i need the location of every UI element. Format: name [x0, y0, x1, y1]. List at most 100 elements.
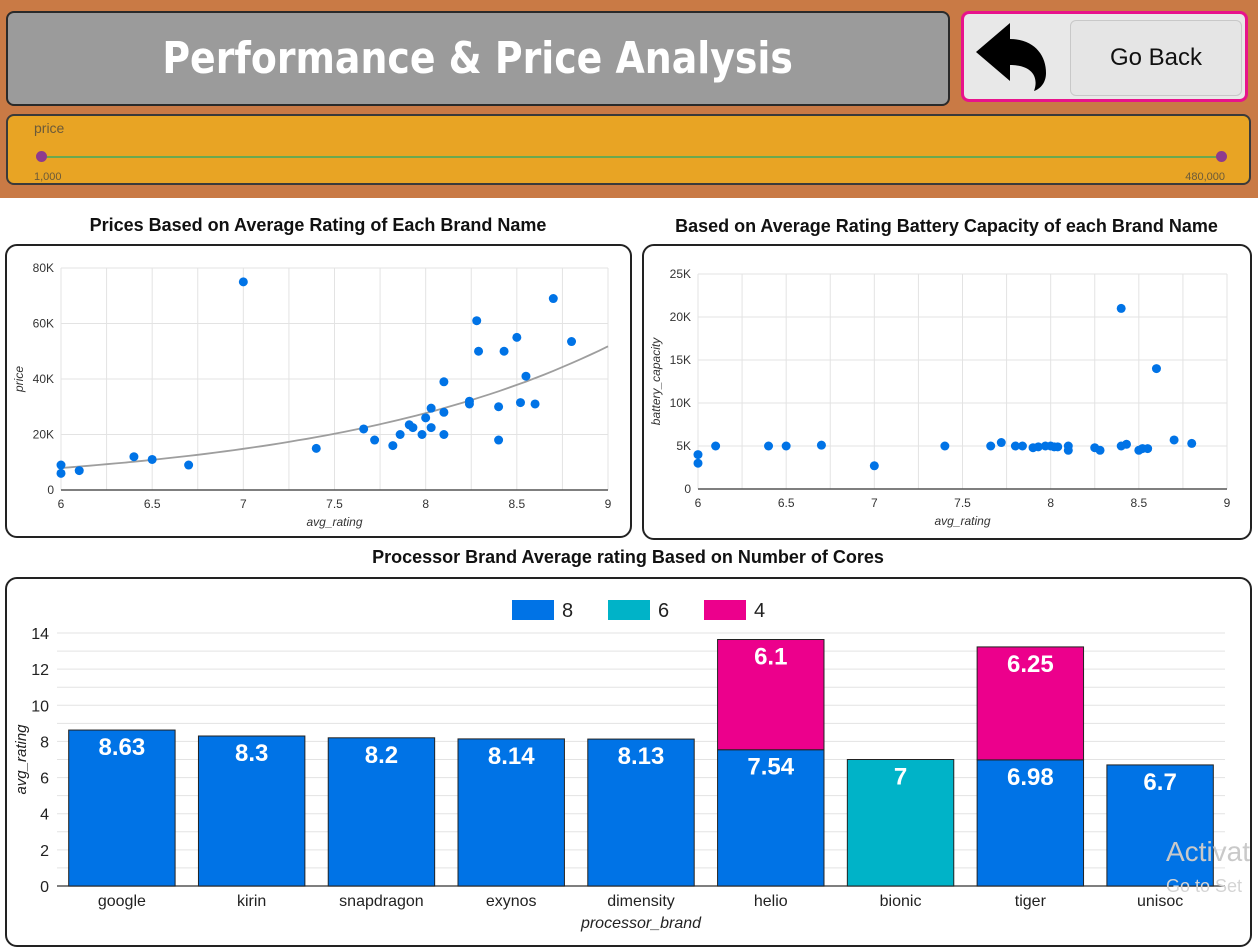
bar-y-tick: 4 — [40, 807, 49, 824]
battery-point — [693, 458, 703, 468]
bar-category-label: google — [98, 893, 146, 910]
bar-category-label: snapdragon — [339, 893, 424, 910]
battery-y-label: battery_capacity — [649, 337, 663, 425]
battery-point — [1169, 435, 1179, 445]
battery-chart-panel: 0 5K 10K 15K 20K 25K 6 6.5 7 7.5 8 8.5 9 avg_rating ba… — [642, 244, 1252, 540]
price-point — [129, 452, 139, 462]
battery-point — [1053, 442, 1063, 452]
bar-y-tick: 0 — [40, 879, 49, 896]
bar-value-label: 6.1 — [754, 644, 787, 671]
price-point — [395, 430, 405, 439]
battery-y-tick: 20K — [670, 310, 691, 324]
bar-value-label: 8.63 — [99, 734, 146, 761]
price-y-tick: 0 — [47, 483, 54, 497]
price-point — [439, 430, 449, 439]
price-point — [439, 407, 449, 417]
battery-x-tick: 8.5 — [1130, 496, 1147, 510]
battery-point — [869, 461, 879, 471]
bar-category-label: dimensity — [607, 893, 675, 910]
price-point — [370, 435, 380, 445]
bar-value-label: 6.98 — [1007, 764, 1054, 791]
bar-value-label: 7.54 — [747, 754, 794, 781]
battery-point — [1095, 445, 1105, 455]
price-point — [464, 399, 474, 409]
battery-point — [940, 441, 950, 451]
back-arrow-icon[interactable] — [972, 19, 1050, 93]
battery-point — [1017, 441, 1027, 451]
price-y-tick: 40K — [33, 372, 54, 386]
price-y-label: price — [12, 366, 26, 393]
page-title: Performance & Price Analysis — [162, 33, 794, 84]
battery-point — [1151, 364, 1161, 374]
price-slider-track[interactable] — [41, 156, 1221, 158]
legend-swatch-4 — [704, 600, 746, 620]
price-slider-max-label: 480,000 — [1185, 171, 1225, 183]
battery-point — [1143, 444, 1153, 454]
price-point — [74, 466, 84, 476]
price-slider-min-label: 1,000 — [34, 171, 62, 183]
price-y-tick: 80K — [33, 261, 54, 275]
battery-point — [693, 450, 703, 460]
battery-x-tick: 8 — [1047, 496, 1054, 510]
price-point — [184, 460, 194, 470]
legend-swatch-6 — [608, 600, 650, 620]
price-point — [147, 454, 157, 464]
battery-y-tick: 0 — [684, 482, 691, 496]
legend-label-6: 6 — [658, 600, 669, 622]
price-slider-min-handle[interactable] — [36, 151, 47, 162]
battery-y-tick: 15K — [670, 353, 691, 367]
price-point — [56, 468, 66, 478]
price-point — [311, 443, 321, 453]
price-point — [439, 377, 449, 387]
legend-label-4: 4 — [754, 600, 765, 622]
bar-category-label: bionic — [880, 893, 922, 910]
price-scatter-chart: 0 20K 40K 60K 80K 6 6.5 7 7.5 8 8.5 9 avg_rating pric… — [12, 261, 612, 529]
bar-value-label: 7 — [894, 764, 907, 791]
battery-x-tick: 7.5 — [954, 496, 971, 510]
price-x-tick: 8.5 — [508, 497, 525, 511]
processor-chart-title: Processor Brand Average rating Based on … — [372, 547, 884, 567]
price-chart-panel: 0 20K 40K 60K 80K 6 6.5 7 7.5 8 8.5 9 avg_rating pric… — [5, 244, 632, 538]
bar-value-label: 8.2 — [365, 742, 398, 769]
bar-value-label: 6.7 — [1143, 769, 1176, 796]
bar-y-tick: 10 — [31, 698, 49, 715]
bar-category-label: tiger — [1015, 893, 1047, 910]
price-point — [567, 337, 577, 347]
battery-x-tick: 6.5 — [778, 496, 795, 510]
price-point — [548, 294, 558, 304]
battery-point — [1187, 438, 1197, 448]
price-point — [359, 424, 369, 434]
price-y-tick: 60K — [33, 317, 54, 331]
price-point — [512, 332, 522, 342]
bar-value-label: 8.13 — [618, 743, 665, 770]
battery-y-tick: 25K — [670, 267, 691, 281]
battery-point — [1121, 439, 1131, 449]
battery-x-label: avg_rating — [934, 514, 990, 528]
price-x-tick: 9 — [605, 497, 612, 511]
price-chart-title: Prices Based on Average Rating of Each B… — [89, 215, 547, 235]
battery-x-tick: 9 — [1224, 496, 1231, 510]
price-point — [499, 346, 509, 356]
price-point — [530, 399, 540, 409]
price-point — [474, 346, 484, 356]
bar-category-label: kirin — [237, 893, 266, 910]
price-point — [408, 423, 418, 433]
price-point — [388, 441, 398, 451]
battery-point — [711, 441, 721, 451]
battery-point — [781, 441, 791, 451]
bar-y-tick: 6 — [40, 771, 49, 788]
bar-y-tick: 12 — [31, 662, 49, 679]
go-back-button[interactable]: Go Back — [1070, 20, 1242, 96]
price-point — [494, 402, 504, 412]
processor-chart-panel: 8 6 4 0 2 4 6 8 10 12 14 avg_rating 8.63 google 8.3 kir… — [5, 577, 1252, 947]
price-point — [417, 430, 427, 439]
price-x-tick: 7.5 — [326, 497, 343, 511]
bar-y-tick: 8 — [40, 734, 49, 751]
processor-bar-chart: 8 6 4 0 2 4 6 8 10 12 14 avg_rating 8.63 google 8.3 kir… — [13, 600, 1225, 932]
price-slider-max-handle[interactable] — [1216, 151, 1227, 162]
price-point — [521, 371, 531, 381]
bar-category-label: exynos — [486, 893, 537, 910]
price-point — [426, 403, 436, 413]
activation-watermark: Activat — [1166, 836, 1251, 867]
battery-x-tick: 7 — [871, 496, 878, 510]
